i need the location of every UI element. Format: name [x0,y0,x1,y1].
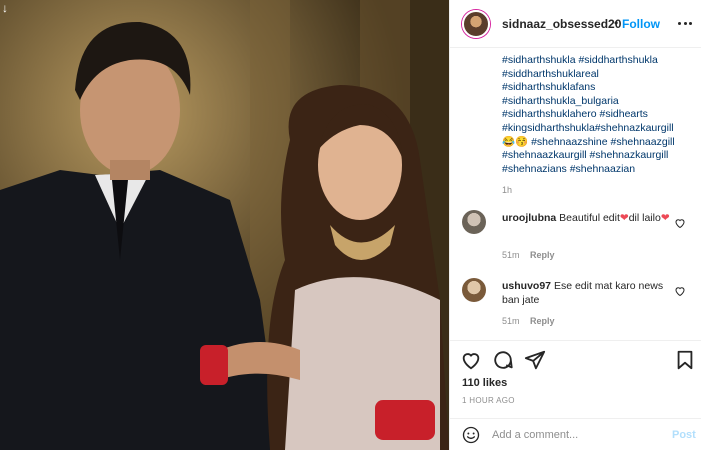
author-avatar[interactable] [462,10,490,38]
comment-bubble-icon[interactable] [492,349,514,371]
comment-body-continued: dil lailo [628,212,661,224]
likes-count[interactable]: 110 likes [462,377,507,389]
post-actions-bar [450,340,701,380]
hashtag-link[interactable]: #shehnaazshine #shehnaazgill [531,136,675,148]
heart-emoji: ❤ [660,212,670,224]
heart-outline-icon[interactable] [460,349,482,371]
caption-emoji: 😂😚 [502,135,529,148]
smiley-icon[interactable] [462,426,480,444]
post-header: sidnaaz_obsessed20 • Follow [450,0,701,48]
reply-button[interactable]: Reply [530,316,555,326]
post-timestamp[interactable]: 1 HOUR AGO [462,396,515,405]
comment-meta: 51m Reply [502,316,563,326]
hashtag-line[interactable]: #sidharthshuklahero #sidhearts [502,108,698,122]
hashtag-line[interactable]: #sidharthshuklafans [502,81,698,95]
comment-like-heart-icon[interactable] [674,217,686,229]
post-caption: #sidharthshukla #siddharthshukla #siddha… [502,54,698,198]
author-username[interactable]: sidnaaz_obsessed20 [502,17,621,31]
comment-time[interactable]: 51m [502,316,520,326]
commenter-avatar[interactable] [462,210,486,234]
follow-button[interactable]: Follow [622,17,660,31]
hashtag-line: 😂😚 #shehnaazshine #shehnaazgill [502,136,698,150]
post-photo[interactable]: ↓ [0,0,449,450]
add-comment-bar: Post [450,418,701,450]
post-side-panel: sidnaaz_obsessed20 • Follow #sidharthshu… [449,0,701,450]
bookmark-icon[interactable] [674,349,696,371]
commenter-username[interactable]: ushuvo97 [502,280,551,292]
photo-illustration [0,0,449,450]
reply-button[interactable]: Reply [530,250,555,260]
comment-time[interactable]: 51m [502,250,520,260]
arrow-down-icon: ↓ [2,1,8,15]
hashtag-line[interactable]: #siddharthshuklareal [502,68,698,82]
comment-like-heart-icon[interactable] [674,285,686,297]
header-separator: • [614,16,619,30]
comment-text: ushuvo97 Ese edit mat karo news ban jate [502,279,670,307]
hashtag-line[interactable]: #sidharthshukla_bulgaria [502,95,698,109]
caption-time[interactable]: 1h [502,184,698,198]
hashtag-line[interactable]: #kingsidharthshukla#shehnazkaurgill [502,122,698,136]
comment-meta: 51m Reply [502,250,563,260]
commenter-username[interactable]: uroojlubna [502,212,556,224]
hashtag-line[interactable]: #shehnaazkaurgill #shehnazkaurgill [502,149,698,163]
hashtag-line[interactable]: #sidharthshukla #siddharthshukla [502,54,698,68]
comment-text: uroojlubna Beautiful edit❤dil lailo❤ [502,211,670,225]
post-comment-button[interactable]: Post [672,429,696,441]
commenter-avatar[interactable] [462,278,486,302]
heart-emoji: ❤ [619,212,629,224]
paper-plane-icon[interactable] [524,349,546,371]
more-options-icon[interactable] [678,16,692,30]
comment-input[interactable] [492,425,662,445]
hashtag-line[interactable]: #shehnazians #shehnaazian [502,163,698,177]
comment-body: Beautiful edit [559,212,620,224]
